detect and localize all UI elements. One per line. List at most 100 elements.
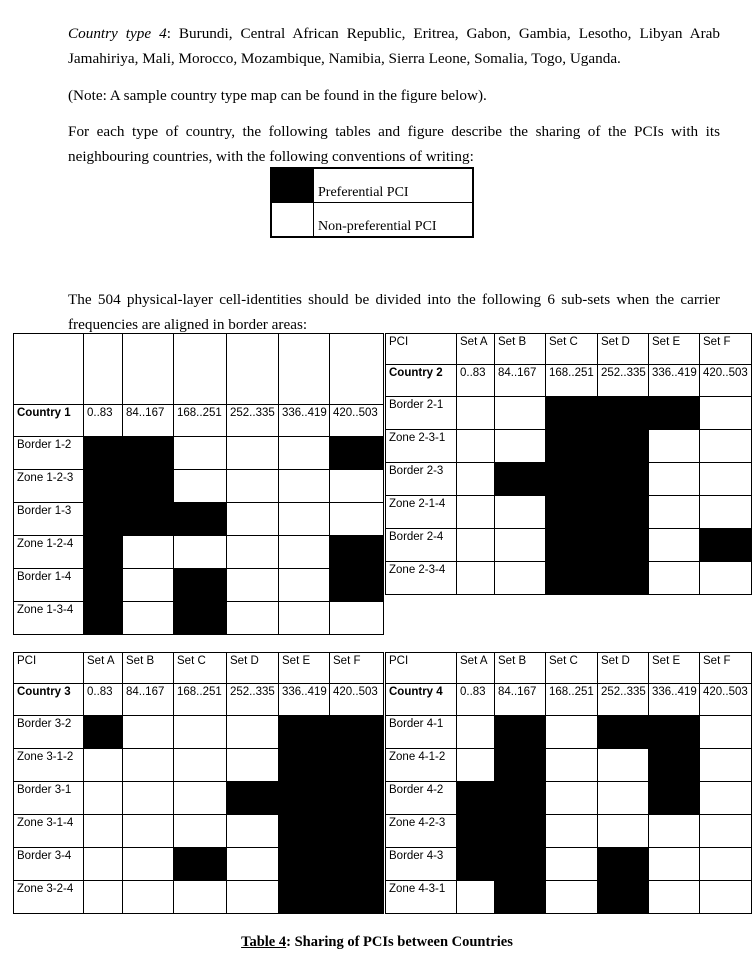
cell-non-preferential [122, 601, 174, 635]
cell-non-preferential [699, 847, 752, 881]
header-row: PCI Set A Set B Set C Set D Set E Set F [385, 652, 752, 684]
cell-non-preferential [545, 715, 598, 749]
pci-range-1: 84..167 [494, 683, 546, 716]
cell-non-preferential [699, 880, 752, 914]
cell-preferential [329, 748, 384, 782]
cell-preferential [494, 715, 546, 749]
pci-range-3: 252..335 [226, 683, 279, 716]
row-label: Zone 3-1-2 [13, 748, 84, 782]
cell-non-preferential [122, 781, 174, 815]
cell-non-preferential [83, 847, 123, 881]
cell-non-preferential [226, 601, 279, 635]
cell-non-preferential [494, 396, 546, 430]
pci-range-4: 336..419 [648, 364, 700, 397]
pci-range-1: 84..167 [122, 683, 174, 716]
legend-row-preferential: Preferential PCI [271, 168, 473, 203]
cell-preferential [648, 748, 700, 782]
cell-preferential [494, 847, 546, 881]
pci-range-1: 84..167 [122, 404, 174, 437]
paragraph-country-type-4: Country type 4: Burundi, Central African… [68, 21, 720, 71]
row-label: Zone 1-2-3 [13, 469, 84, 503]
paragraph-note: (Note: A sample country type map can be … [68, 87, 487, 105]
row-label: Border 3-2 [13, 715, 84, 749]
cell-non-preferential [699, 814, 752, 848]
cell-non-preferential [699, 748, 752, 782]
table-row: Border 1-3 [13, 502, 384, 536]
cell-preferential [597, 462, 649, 496]
pci-range-2: 168..251 [173, 404, 227, 437]
cell-preferential [456, 847, 495, 881]
cell-preferential [545, 429, 598, 463]
cell-non-preferential [494, 528, 546, 562]
header-cell-set-3: Set D [226, 652, 279, 684]
pci-range-4: 336..419 [648, 683, 700, 716]
table-caption: Table 4: Sharing of PCIs between Countri… [0, 934, 754, 951]
cell-preferential [173, 568, 227, 602]
country-label: Country 1 [13, 404, 84, 437]
cell-non-preferential [329, 502, 384, 536]
cell-preferential [329, 847, 384, 881]
cell-non-preferential [226, 748, 279, 782]
pci-range-5: 420..503 [699, 683, 752, 716]
cell-non-preferential [494, 495, 546, 529]
cell-non-preferential [226, 502, 279, 536]
cell-non-preferential [173, 814, 227, 848]
cell-preferential [329, 814, 384, 848]
cell-non-preferential [456, 396, 495, 430]
header-cell-set-5 [329, 333, 384, 405]
row-label: Border 1-4 [13, 568, 84, 602]
cell-non-preferential [699, 781, 752, 815]
pci-range-3: 252..335 [597, 364, 649, 397]
cell-non-preferential [456, 715, 495, 749]
cell-preferential [545, 396, 598, 430]
cell-preferential [545, 561, 598, 595]
table-row: Border 1-2 [13, 436, 384, 470]
legend-box: Preferential PCI Non-preferential PCI [270, 167, 474, 238]
cell-preferential [494, 781, 546, 815]
cell-non-preferential [456, 462, 495, 496]
header-cell-set-5: Set F [329, 652, 384, 684]
cell-preferential [278, 814, 330, 848]
table-row: Zone 2-3-1 [385, 429, 752, 463]
country-label: Country 4 [385, 683, 457, 716]
cell-preferential [173, 847, 227, 881]
cell-non-preferential [699, 561, 752, 595]
cell-non-preferential [278, 568, 330, 602]
table-row: Zone 1-2-3 [13, 469, 384, 503]
row-label: Zone 3-2-4 [13, 880, 84, 914]
country-row: Country 2 0..83 84..167 168..251 252..335 336… [385, 364, 752, 397]
caption-rest: : Sharing of PCIs between Countries [286, 934, 513, 950]
header-cell-set-5: Set F [699, 333, 752, 365]
cell-non-preferential [456, 561, 495, 595]
cell-non-preferential [545, 748, 598, 782]
cell-non-preferential [456, 429, 495, 463]
header-cell-set-2: Set C [545, 652, 598, 684]
cell-preferential [597, 715, 649, 749]
pci-range-0: 0..83 [83, 404, 123, 437]
header-cell-pci: PCI [13, 652, 84, 684]
cell-preferential [597, 561, 649, 595]
header-cell-set-0: Set A [83, 652, 123, 684]
cell-preferential [597, 495, 649, 529]
cell-non-preferential [173, 469, 227, 503]
pci-range-0: 0..83 [83, 683, 123, 716]
table-row: Border 1-4 [13, 568, 384, 602]
header-cell-set-1 [122, 333, 174, 405]
header-row: PCI Set A Set B Set C Set D Set E Set F [13, 652, 384, 684]
cell-preferential [494, 462, 546, 496]
header-cell-set-2 [173, 333, 227, 405]
header-cell-set-0: Set A [456, 333, 495, 365]
cell-non-preferential [648, 880, 700, 914]
table-row: Border 4-2 [385, 781, 752, 815]
cell-preferential [278, 880, 330, 914]
table-row: Zone 3-1-4 [13, 814, 384, 848]
cell-non-preferential [648, 561, 700, 595]
header-row: PCI Set A Set B Set C Set D Set E Set F [385, 333, 752, 365]
table-row: Border 3-2 [13, 715, 384, 749]
cell-non-preferential [648, 528, 700, 562]
cell-preferential [648, 781, 700, 815]
legend-row-non-preferential: Non-preferential PCI [271, 202, 473, 237]
cell-non-preferential [122, 568, 174, 602]
cell-preferential [278, 847, 330, 881]
cell-non-preferential [226, 880, 279, 914]
